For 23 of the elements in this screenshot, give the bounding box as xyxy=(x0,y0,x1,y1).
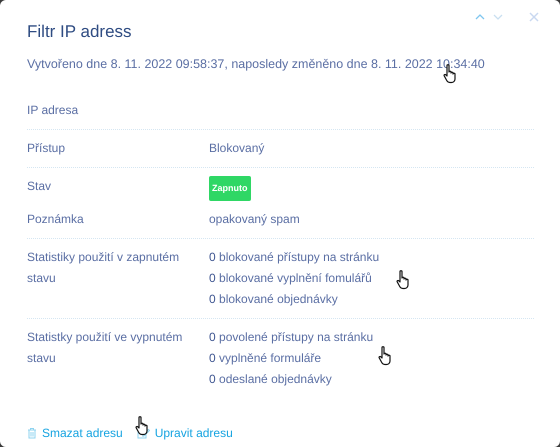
stat-line: 0 blokované vyplnění fomulářů xyxy=(209,270,372,287)
trash-icon xyxy=(27,427,37,439)
edit-icon xyxy=(136,427,150,439)
close-icon[interactable] xyxy=(529,12,539,22)
edit-link[interactable]: Upravit adresu xyxy=(136,426,233,440)
field-label: Stav xyxy=(27,178,52,195)
field-label: Statistky použití ve vypnutém stavu xyxy=(27,329,184,367)
field-value: opakovaný spam xyxy=(209,211,300,228)
stat-line: 0 blokované přístupy na stránku xyxy=(209,249,380,266)
chevron-up-icon[interactable] xyxy=(475,14,485,20)
stat-line: 0 odeslané objednávky xyxy=(209,371,332,388)
stat-line: 0 blokované objednávky xyxy=(209,291,338,308)
stat-line: 0 vyplněné formuláře xyxy=(209,350,322,367)
status-badge: Zapnuto xyxy=(209,176,250,201)
delete-link[interactable]: Smazat adresu xyxy=(27,426,123,440)
field-label: IP adresa xyxy=(27,102,80,119)
stat-line: 0 povolené přístupy na stránku xyxy=(209,329,374,346)
field-value: Blokovaný xyxy=(209,140,264,157)
field-label: Statistiky použití v zapnutém stavu xyxy=(27,249,180,287)
timestamp-text: Vytvořeno dne 8. 11. 2022 09:58:37, naposledy změněno dne 8. 11. 2022 10:34:40 xyxy=(27,57,486,71)
dialog-title: Filtr IP adress xyxy=(27,22,133,42)
field-label: Přístup xyxy=(27,140,66,157)
field-label: Poznámka xyxy=(27,211,85,228)
